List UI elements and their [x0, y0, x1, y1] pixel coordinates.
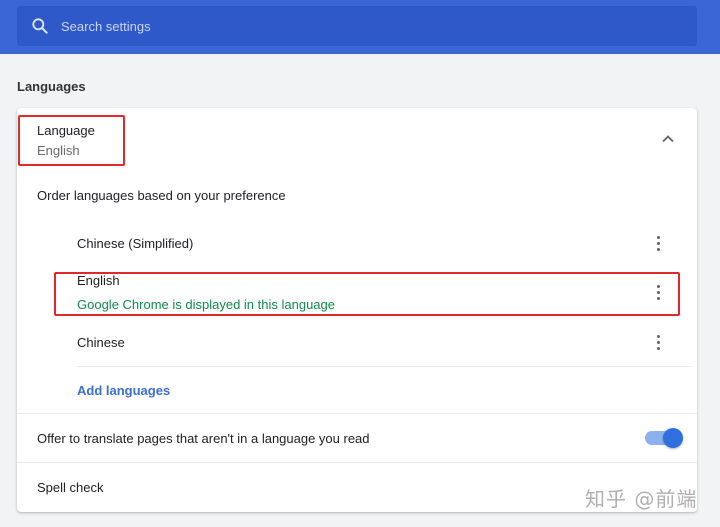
language-item-display-note: Google Chrome is displayed in this langu… [77, 297, 335, 312]
settings-header [0, 0, 720, 54]
spell-check-row[interactable]: Spell check [37, 480, 103, 495]
language-expand-row[interactable]: Language English [17, 108, 697, 170]
language-item-english: English Google Chrome is displayed in th… [57, 268, 691, 314]
more-vert-icon[interactable] [657, 335, 661, 351]
translate-offer-label: Offer to translate pages that aren't in … [37, 431, 370, 446]
language-item-name: Chinese [77, 335, 125, 350]
more-vert-icon[interactable] [657, 285, 661, 301]
language-item-name: English [77, 273, 120, 288]
search-input[interactable] [61, 6, 661, 46]
toggle-knob [663, 428, 683, 448]
search-icon [32, 18, 48, 34]
more-vert-icon[interactable] [657, 236, 661, 252]
languages-card: Language English Order languages based o… [17, 108, 697, 512]
divider [17, 462, 697, 463]
language-label: Language [37, 123, 95, 138]
language-item-name: Chinese (Simplified) [77, 236, 194, 251]
language-item-chinese-simplified: Chinese (Simplified) [57, 224, 691, 264]
add-languages-button[interactable]: Add languages [77, 383, 170, 398]
search-box[interactable] [17, 6, 697, 46]
divider [17, 413, 697, 414]
order-languages-text: Order languages based on your preference [37, 188, 286, 203]
chevron-up-icon[interactable] [661, 132, 675, 146]
section-title: Languages [17, 79, 86, 94]
divider [77, 366, 692, 367]
translate-toggle[interactable] [645, 428, 683, 448]
language-item-chinese: Chinese [57, 324, 691, 364]
language-value: English [37, 143, 80, 158]
